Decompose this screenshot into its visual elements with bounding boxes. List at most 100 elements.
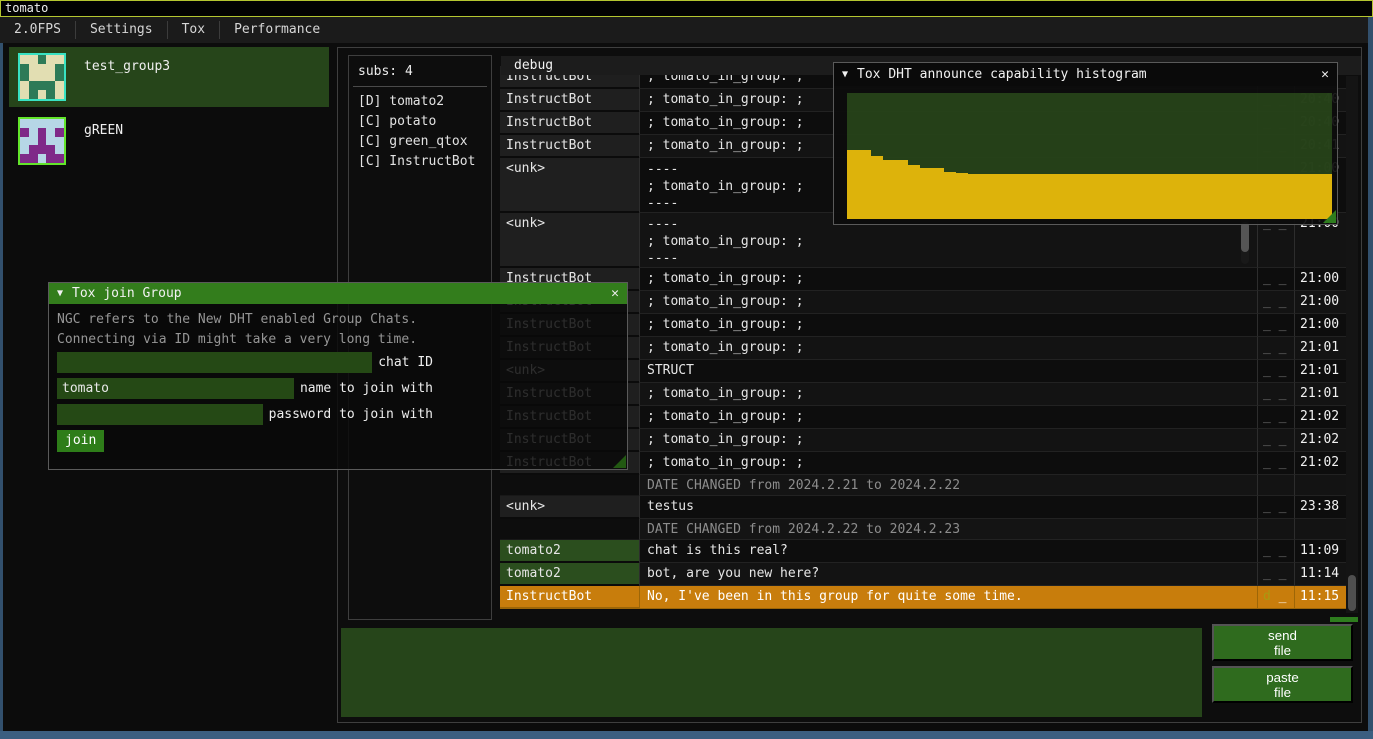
window-frame-bottom [0,731,1373,739]
histogram-bar [1199,174,1211,219]
join-description-line2: Connecting via ID might take a very long… [57,330,627,350]
message-flags: _ _ [1257,429,1294,452]
message-time: 21:00 [1294,291,1346,314]
menu-item-settings[interactable]: Settings [76,17,167,43]
join-group-titlebar[interactable]: ▼ Tox join Group ✕ [49,283,627,304]
member-item[interactable]: [C] green_qtox [349,132,491,152]
message-author [500,519,639,540]
tabbar-spacer [501,48,1361,56]
histogram-bar [1271,174,1283,219]
chat-id-label: chat ID [378,352,433,373]
histogram-bar [847,150,859,219]
message-time: 21:02 [1294,452,1346,475]
histogram-bar [920,168,932,219]
dht-histogram-plot [847,93,1332,219]
message-text: testus [639,496,1257,519]
chat-scrollbar[interactable] [1346,76,1358,613]
message-flags: _ _ [1257,540,1294,563]
group-avatar [18,117,66,165]
histogram-bar [1090,174,1102,219]
message-flags: d _ [1257,586,1294,609]
chat-resize-grip[interactable] [1330,617,1358,622]
app-window: tomato 2.0FPSSettingsToxPerformance test… [0,0,1373,739]
message-flags: _ _ [1257,496,1294,519]
message-author: tomato2 [500,563,639,586]
histogram-bar [968,174,980,219]
chat-id-input[interactable] [57,352,372,373]
histogram-bar [1102,174,1114,219]
message-text: ; tomato_in_group: ; [639,337,1257,360]
join-password-label: password to join with [269,404,433,425]
message-time: 21:01 [1294,360,1346,383]
members-separator [353,86,487,87]
group-item-gREEN[interactable]: gREEN [9,111,329,171]
message-time: 11:15 [1294,586,1346,609]
histogram-bar [1029,174,1041,219]
paste-file-label-line1: paste [1266,670,1299,685]
message-row: InstructBotNo, I've been in this group f… [500,586,1346,609]
message-author: InstructBot [500,112,639,135]
collapse-icon[interactable]: ▼ [842,69,848,80]
histogram-bar [1174,174,1186,219]
close-icon[interactable]: ✕ [1321,67,1329,82]
send-file-button[interactable]: send file [1212,624,1353,661]
message-flags: _ _ [1257,563,1294,586]
group-name: test_group3 [84,59,170,74]
histogram-bar [1259,174,1271,219]
message-time: 11:14 [1294,563,1346,586]
menu-item-performance[interactable]: Performance [220,17,334,43]
join-name-input[interactable] [57,378,294,399]
histogram-bar [1017,174,1029,219]
join-description-line1: NGC refers to the New DHT enabled Group … [57,304,627,330]
histogram-bar [1114,174,1126,219]
message-author: InstructBot [500,135,639,158]
dht-histogram-titlebar[interactable]: ▼ Tox DHT announce capability histogram … [834,63,1337,86]
resize-grip-icon[interactable] [613,455,626,468]
histogram-bar [859,150,871,219]
join-group-title: Tox join Group [72,286,182,301]
member-item[interactable]: [D] tomato2 [349,92,491,112]
join-password-input[interactable] [57,404,263,425]
message-flags [1257,475,1294,496]
close-icon[interactable]: ✕ [611,286,619,301]
send-file-label-line2: file [1274,643,1291,658]
chat-scrollbar-thumb[interactable] [1348,575,1356,611]
message-time: 21:00 [1294,268,1346,291]
message-flags: _ _ [1257,360,1294,383]
histogram-bar [1211,174,1223,219]
message-text: bot, are you new here? [639,563,1257,586]
member-item[interactable]: [C] InstructBot [349,152,491,172]
message-text: ; tomato_in_group: ; [639,452,1257,475]
window-frame-right [1368,17,1373,739]
os-titlebar[interactable]: tomato [0,0,1373,17]
message-time: 21:02 [1294,429,1346,452]
cell-scrollbar-thumb[interactable] [1241,222,1249,252]
resize-grip-icon[interactable] [1323,210,1336,223]
menu-item-tox[interactable]: Tox [168,17,219,43]
message-text: STRUCT [639,360,1257,383]
histogram-bar [1077,174,1089,219]
message-text: ; tomato_in_group: ; [639,314,1257,337]
menu-item-2.0fps[interactable]: 2.0FPS [0,17,75,43]
join-button[interactable]: join [57,430,104,452]
member-item[interactable]: [C] potato [349,112,491,132]
group-item-test_group3[interactable]: test_group3 [9,47,329,107]
message-time: 23:38 [1294,496,1346,519]
date-changed-row: DATE CHANGED from 2024.2.21 to 2024.2.22 [500,475,1346,496]
message-input[interactable] [341,628,1202,717]
message-text: ; tomato_in_group: ; [639,268,1257,291]
join-password-row: password to join with [57,404,433,425]
histogram-bar [1150,174,1162,219]
message-row: tomato2chat is this real?_ _11:09 [500,540,1346,563]
avatar-identicon-icon [20,119,64,163]
histogram-bar [1187,174,1199,219]
message-time: 11:09 [1294,540,1346,563]
paste-file-button[interactable]: paste file [1212,666,1353,703]
message-time: 21:00 [1294,314,1346,337]
message-time [1294,519,1346,540]
join-name-row: name to join with [57,378,433,399]
collapse-icon[interactable]: ▼ [57,288,63,299]
message-time: 21:02 [1294,406,1346,429]
avatar-identicon-icon [20,55,64,99]
histogram-bar [908,165,920,219]
